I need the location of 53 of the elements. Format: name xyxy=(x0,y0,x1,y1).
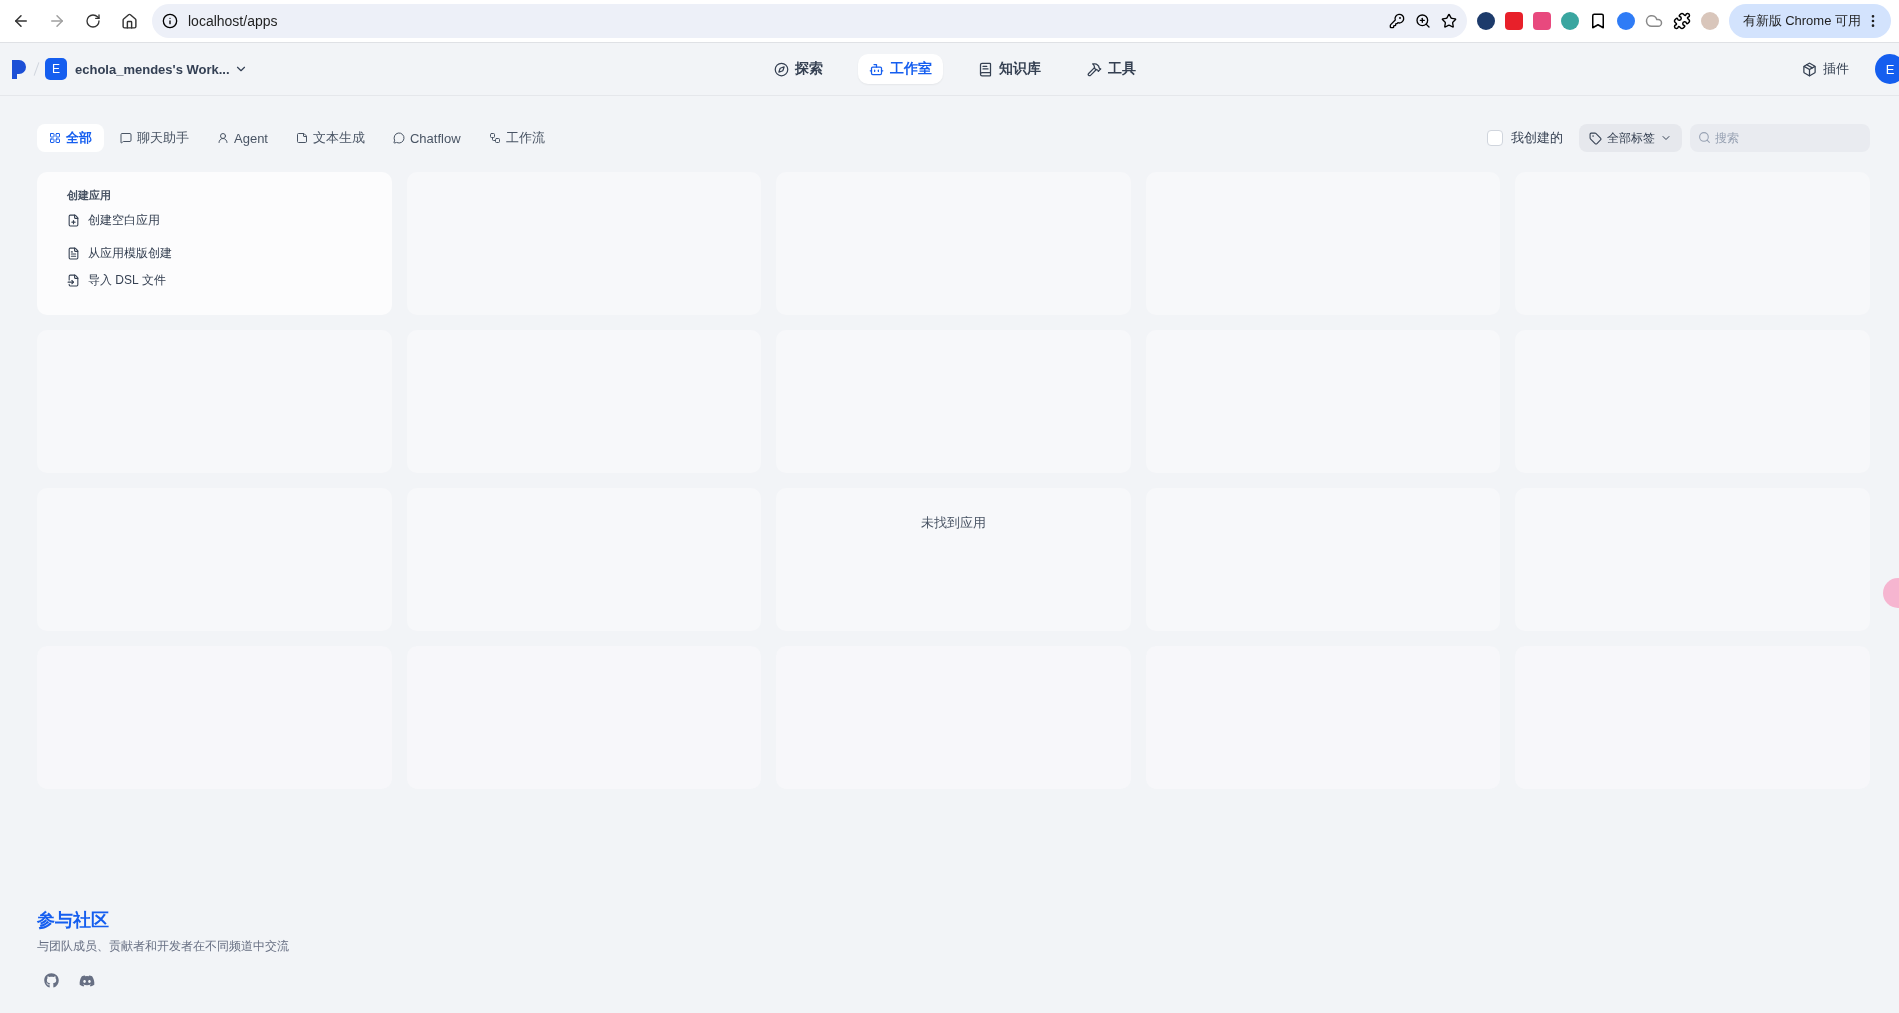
nav-tab[interactable]: 工具 xyxy=(1075,54,1147,84)
create-option[interactable]: 导入 DSL 文件 xyxy=(67,267,166,294)
filter-tab[interactable]: 聊天助手 xyxy=(108,124,201,152)
address-bar[interactable]: localhost/apps xyxy=(152,4,1467,38)
workflow-icon[interactable] xyxy=(488,132,501,144)
github-icon[interactable] xyxy=(44,973,59,988)
filter-tab[interactable]: Chatflow xyxy=(381,124,473,152)
note-icon[interactable] xyxy=(296,132,308,144)
workspace-selector[interactable]: echola_mendes's Work... xyxy=(75,61,248,77)
book-icon[interactable] xyxy=(977,61,993,77)
robot-icon[interactable] xyxy=(868,61,884,77)
discord-icon[interactable] xyxy=(79,973,95,989)
filter-tab[interactable]: Agent xyxy=(205,124,280,152)
logo-icon[interactable] xyxy=(10,58,28,80)
star-icon[interactable] xyxy=(1440,13,1457,29)
filter-tab[interactable]: 文本生成 xyxy=(284,124,377,152)
filter-tab[interactable]: 工作流 xyxy=(476,124,557,152)
filter-tab[interactable]: 全部 xyxy=(37,124,104,152)
checkbox[interactable] xyxy=(1487,130,1503,146)
nav-tab[interactable]: 知识库 xyxy=(966,54,1052,84)
file-icon[interactable] xyxy=(67,247,80,260)
update-button[interactable]: 有新版 Chrome 可用 xyxy=(1728,4,1891,38)
tag-select[interactable]: 全部标签 xyxy=(1579,124,1682,152)
cube-icon[interactable] xyxy=(1802,61,1817,77)
user-avatar[interactable]: E xyxy=(1875,54,1899,84)
extensions-icon[interactable] xyxy=(1672,12,1691,30)
compass-icon[interactable] xyxy=(773,61,789,77)
user-icon[interactable] xyxy=(217,132,229,144)
checkbox-label: 我创建的 xyxy=(1511,129,1563,147)
tag-icon[interactable] xyxy=(1589,131,1602,145)
plugin-button[interactable]: 插件 xyxy=(1796,59,1855,79)
workspace-avatar: E xyxy=(45,58,67,80)
community-description: 与团队成员、贡献者和开发者在不同频道中交流 xyxy=(37,938,290,955)
community-title: 参与社区 xyxy=(37,909,110,932)
empty-message: 未找到应用 xyxy=(921,514,986,532)
nav-tab[interactable]: 工作室 xyxy=(857,54,943,84)
card-title: 创建应用 xyxy=(67,188,112,203)
key-icon[interactable] xyxy=(1388,13,1405,29)
url-text: localhost/apps xyxy=(188,13,279,29)
chat-icon[interactable] xyxy=(120,132,132,144)
zoom-icon[interactable] xyxy=(1414,13,1431,29)
cloud-icon[interactable] xyxy=(1644,12,1663,30)
info-icon[interactable] xyxy=(162,13,178,29)
extension-icon[interactable] xyxy=(1476,12,1495,30)
file-icon[interactable] xyxy=(67,274,80,287)
create-option[interactable]: 创建空白应用 xyxy=(67,207,160,234)
hammer-icon[interactable] xyxy=(1086,61,1102,77)
nav-tab[interactable]: 探索 xyxy=(762,54,834,84)
search-field[interactable]: 搜索 xyxy=(1690,124,1870,152)
grid-icon[interactable] xyxy=(49,132,61,144)
create-option[interactable]: 从应用模版创建 xyxy=(67,240,172,267)
file-icon[interactable] xyxy=(67,214,80,227)
chat-bubble-icon[interactable] xyxy=(393,132,405,144)
